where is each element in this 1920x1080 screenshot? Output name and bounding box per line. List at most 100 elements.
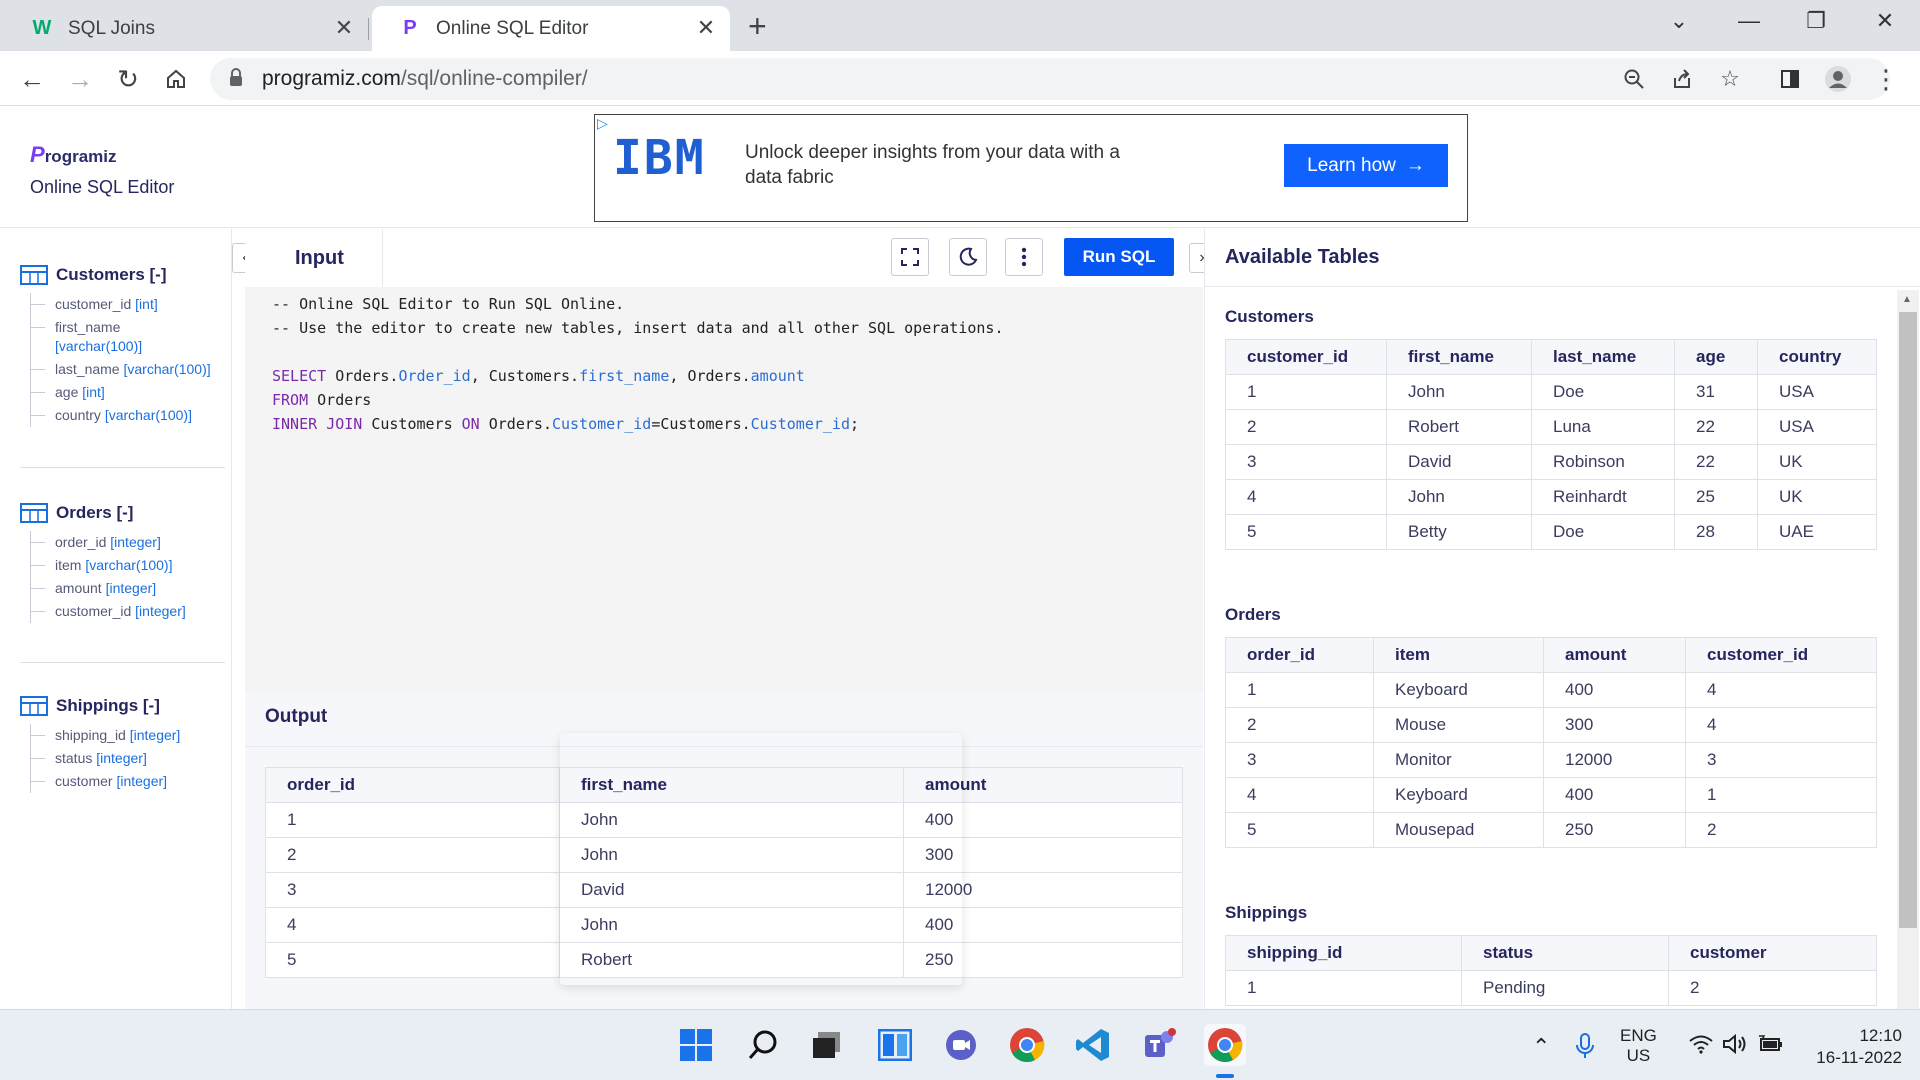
schema-table-shippings: Shippings [-] shipping_id [integer] stat… [20,696,225,793]
code-editor[interactable]: -- Online SQL Editor to Run SQL Online. … [245,287,1203,692]
table-row: 3 Monitor 12000 3 [1225,742,1877,778]
column-header: order_id [1225,637,1374,673]
adchoices-icon[interactable]: ▷ [597,115,608,132]
teams-icon[interactable] [1138,1024,1180,1066]
table-cell: 28 [1674,514,1758,550]
volume-icon[interactable] [1722,1033,1748,1059]
widgets-icon[interactable] [874,1024,916,1066]
table-toggle-shippings[interactable]: Shippings [-] [20,696,225,716]
wifi-icon[interactable] [1688,1034,1714,1059]
new-tab-icon[interactable]: + [748,8,767,44]
side-panel-icon[interactable] [1772,61,1808,97]
schema-column: customer [integer] [31,770,225,793]
table-cell: Reinhardt [1531,479,1675,515]
url-field[interactable]: programiz.com/sql/online-compiler/ ☆ [210,58,1890,100]
schema-column: first_name [varchar(100)] [31,316,225,358]
table-icon [20,696,48,716]
clock[interactable]: 12:10 16-11-2022 [1806,1025,1902,1069]
close-icon[interactable]: ✕ [330,14,358,42]
available-tables-title: Available Tables [1225,246,1380,268]
ad-banner[interactable]: ▷ IBM Unlock deeper insights from your d… [594,114,1468,222]
restore-icon[interactable]: ❐ [1791,6,1841,36]
table-cell: UK [1757,444,1877,480]
table-cell: USA [1757,374,1877,410]
table-toggle-customers[interactable]: Customers [-] [20,265,225,285]
microphone-icon[interactable] [1574,1032,1596,1065]
column-header: last_name [1531,339,1675,375]
table-toggle-orders[interactable]: Orders [-] [20,503,225,523]
table-cell: 3 [1225,742,1374,778]
tab-online-sql-editor[interactable]: P Online SQL Editor ✕ [372,6,730,51]
w3schools-favicon-icon: W [32,17,52,39]
tray-expand-chevron-icon[interactable]: ⌃ [1532,1034,1550,1060]
table-row: 2 Mouse 300 4 [1225,707,1877,743]
schema-sidebar: Customers [-] customer_id [int] first_na… [0,229,232,1009]
vscode-icon[interactable] [1072,1024,1114,1066]
column-header: item [1373,637,1544,673]
table-row: 4 Keyboard 400 1 [1225,777,1877,813]
dark-mode-moon-icon[interactable] [949,238,987,276]
lock-icon[interactable] [228,68,244,93]
task-view-icon[interactable] [806,1024,848,1066]
bookmark-star-icon[interactable]: ☆ [1716,65,1744,93]
divider [20,467,225,468]
table-cell: 12000 [1543,742,1686,778]
window-close-icon[interactable]: ✕ [1860,6,1910,36]
fullscreen-icon[interactable] [891,238,929,276]
table-row: 5 Mousepad 250 2 [1225,812,1877,848]
column-header: customer [1668,935,1877,971]
close-icon[interactable]: ✕ [692,14,720,42]
table-cell: Pending [1461,970,1669,1006]
windows-start-icon[interactable] [675,1024,717,1066]
menu-kebab-icon[interactable]: ⋮ [1868,61,1904,97]
zoom-icon[interactable] [1620,65,1648,93]
url-path: /sql/online-compiler/ [400,67,588,90]
table-cell: Robert [1386,409,1532,445]
table-cell: Robinson [1531,444,1675,480]
table-cell: 1 [1225,970,1462,1006]
reload-icon[interactable]: ↻ [110,61,146,97]
table-cell: 2 [265,837,560,873]
column-header: order_id [265,767,560,803]
table-row: 4 John Reinhardt 25 UK [1225,479,1877,515]
schema-column: amount [integer] [31,577,225,600]
tab-sql-joins[interactable]: W SQL Joins ✕ [4,6,368,51]
scrollbar-thumb[interactable] [1899,312,1917,928]
schema-column: customer_id [int] [31,293,225,316]
schema-column: order_id [integer] [31,531,225,554]
forward-icon[interactable]: → [62,61,98,97]
table-cell: John [1386,479,1532,515]
scroll-up-icon[interactable]: ▲ [1902,294,1912,305]
table-cell: 5 [1225,812,1374,848]
available-tables-scrollbar[interactable]: ▲ [1897,290,1919,1009]
table-header-row: order_id item amount customer_id [1225,637,1877,673]
chrome-active-icon[interactable] [1204,1024,1246,1066]
learn-how-button[interactable]: Learn how → [1284,144,1448,187]
drag-shadow [560,733,962,985]
profile-avatar-icon[interactable] [1820,61,1856,97]
more-options-icon[interactable] [1005,238,1043,276]
search-icon[interactable] [742,1024,784,1066]
language-indicator[interactable]: ENG US [1620,1026,1657,1066]
battery-icon[interactable] [1758,1034,1784,1059]
minimize-icon[interactable]: — [1724,6,1774,36]
programiz-logo[interactable]: Programiz [30,142,116,168]
chrome-icon[interactable] [1006,1024,1048,1066]
schema-column: age [int] [31,381,225,404]
ad-text: Unlock deeper insights from your data wi… [745,142,1120,188]
teams-chat-icon[interactable] [940,1024,982,1066]
tab-search-chevron-icon[interactable]: ⌄ [1654,6,1704,36]
share-icon[interactable] [1668,65,1696,93]
back-icon[interactable]: ← [14,61,50,97]
table-row: 3 David Robinson 22 UK [1225,444,1877,480]
windows-taskbar: ⌃ ENG US 12:10 16-11-2022 [0,1009,1920,1080]
table-cell: Keyboard [1373,777,1544,813]
table-cell: 2 [1685,812,1877,848]
input-toolbar: Input Run SQL [245,229,1203,287]
home-icon[interactable] [158,61,194,97]
schema-table-orders: Orders [-] order_id [integer] item [varc… [20,503,225,623]
tab-input[interactable]: Input [275,229,383,287]
arrow-right-icon: → [1405,154,1425,176]
run-sql-button[interactable]: Run SQL [1064,238,1174,276]
table-cell: 4 [265,907,560,943]
